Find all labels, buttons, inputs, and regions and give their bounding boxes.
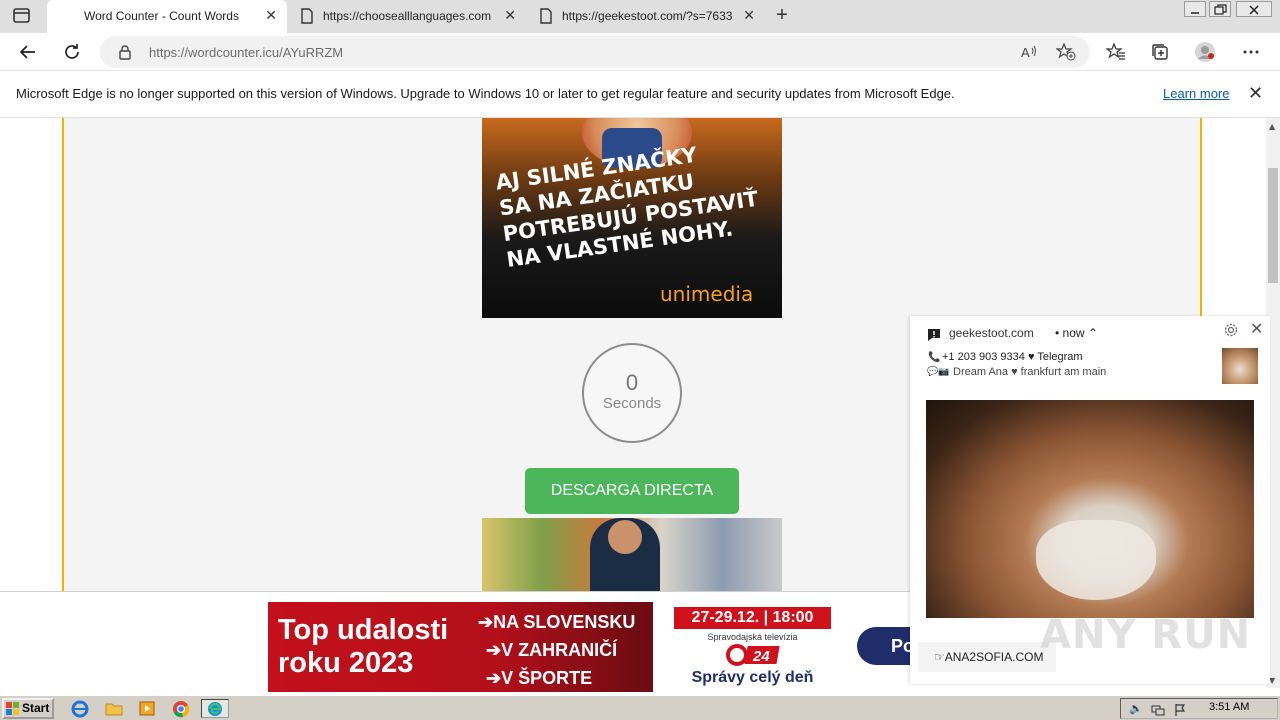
system-tray: 🔈	[1120, 698, 1278, 719]
download-button[interactable]: DESCARGA DIRECTA	[525, 468, 739, 514]
scroll-up-icon[interactable]: ▲	[1269, 122, 1275, 131]
tab-actions-icon[interactable]	[12, 7, 32, 25]
close-window-button[interactable]	[1236, 1, 1272, 17]
lock-icon[interactable]	[118, 44, 132, 64]
svg-text:A: A	[1021, 45, 1030, 60]
ad-slogan: AJ SILNÉ ZNAČKY SA NA ZAČIATKU POTREBUJÚ…	[494, 130, 782, 273]
url-text[interactable]: https://wordcounter.icu/AYuRRZM	[149, 45, 343, 60]
ad-image-detail	[608, 520, 642, 554]
close-icon[interactable]: ✕	[1250, 321, 1263, 337]
edge-icon[interactable]	[201, 699, 229, 718]
tab-geekestoot[interactable]: https://geekestoot.com/?s=7633 ✕	[527, 0, 767, 33]
ad-headline-line: Top udalosti	[278, 614, 449, 646]
learn-more-link[interactable]: Learn more	[1163, 86, 1229, 101]
flag-icon[interactable]	[1174, 702, 1186, 720]
volume-icon[interactable]: 🔈	[1129, 702, 1143, 715]
start-button[interactable]: Start	[2, 698, 54, 719]
ad-banner-grocery[interactable]	[482, 518, 782, 591]
page-icon	[539, 8, 553, 27]
ad-date: 27-29.12. | 18:00	[674, 607, 831, 629]
unsupported-os-infobar: Microsoft Edge is no longer supported on…	[0, 71, 1280, 118]
ad-point: ➔NA SLOVENSKU	[478, 612, 636, 632]
watermark: ANY RUN	[1040, 612, 1252, 658]
channel-logo-text: 24	[752, 648, 770, 665]
notification-footer[interactable]: ☞ANA2SOFIA.COM	[918, 642, 1056, 672]
ad-channel: Spravodajská televízia	[707, 632, 798, 642]
notification-image-detail	[1036, 520, 1156, 600]
timer-value: 0	[625, 370, 639, 395]
notification-line: Dream Ana ♥ frankfurt am main	[953, 366, 1107, 378]
tab-title: https://geekestoot.com/?s=7633	[562, 9, 733, 23]
tab-bar: Word Counter - Count Words ✕ https://cho…	[0, 0, 1280, 33]
ad-brand: unimedia	[660, 282, 754, 306]
tab-word-counter[interactable]: Word Counter - Count Words ✕	[47, 0, 287, 33]
back-button[interactable]	[17, 41, 39, 63]
tab-title: https://choosealllanguages.com/	[323, 9, 491, 23]
file-explorer-icon[interactable]	[104, 699, 124, 718]
collections-icon[interactable]	[1149, 41, 1171, 63]
navigation-bar: https://wordcounter.icu/AYuRRZM A	[0, 33, 1280, 71]
restore-button[interactable]	[1209, 1, 1231, 17]
tab-title: Word Counter - Count Words	[84, 9, 239, 23]
scroll-thumb[interactable]	[1268, 168, 1278, 283]
start-label: Start	[22, 701, 50, 715]
close-icon[interactable]: ✕	[1248, 85, 1263, 103]
internet-explorer-icon[interactable]	[70, 699, 90, 718]
taskbar: Start 🔈 3:51 AM	[0, 695, 1280, 720]
phone-icon: 📞	[928, 352, 941, 363]
tab-choosealllanguages[interactable]: https://choosealllanguages.com/ ✕	[288, 0, 528, 33]
add-favorite-icon[interactable]	[1055, 42, 1076, 65]
ad-cta[interactable]: Po	[857, 627, 917, 665]
minimize-button[interactable]	[1184, 1, 1206, 17]
chrome-icon[interactable]	[171, 699, 191, 718]
notification-icon	[927, 327, 941, 346]
screen: Word Counter - Count Words ✕ https://cho…	[0, 0, 1280, 720]
notification-time: • now ⌃	[1055, 326, 1098, 340]
notification-image[interactable]	[926, 400, 1254, 618]
url-host: https://wordcounter.icu	[149, 45, 280, 60]
read-aloud-icon[interactable]: A	[1020, 43, 1038, 65]
url-path: /AYuRRZM	[279, 45, 344, 60]
ad-tagline: Správy celý deň	[691, 669, 814, 686]
close-icon[interactable]: ✕	[504, 9, 516, 23]
infobar-message: Microsoft Edge is no longer supported on…	[16, 86, 955, 101]
channel-logo: 24	[726, 644, 782, 666]
gear-icon[interactable]	[1223, 322, 1239, 338]
media-player-icon[interactable]	[137, 699, 157, 718]
countdown-timer: 0 Seconds	[582, 343, 682, 443]
timer-unit: Seconds	[602, 395, 662, 412]
close-icon[interactable]: ✕	[743, 9, 755, 23]
profile-avatar[interactable]	[1194, 41, 1216, 63]
notification-line: +1 203 903 9334 ♥ Telegram	[942, 351, 1083, 363]
refresh-button[interactable]	[61, 41, 83, 63]
notification-thumbnail	[1222, 348, 1258, 384]
favorites-icon[interactable]	[1105, 41, 1127, 63]
page-icon	[300, 8, 314, 27]
notification-site: geekestoot.com	[949, 326, 1034, 340]
ad-left-panel: Top udalosti roku 2023 ➔NA SLOVENSKU ➔V …	[268, 602, 653, 692]
new-tab-button[interactable]: +	[772, 5, 792, 26]
ad-banner-unimedia[interactable]: AJ SILNÉ ZNAČKY SA NA ZAČIATKU POTREBUJÚ…	[482, 118, 782, 318]
ad-headline-line: roku 2023	[278, 647, 414, 679]
ad-headline: Top udalosti roku 2023	[278, 614, 468, 680]
windows-logo-icon	[6, 702, 20, 720]
close-icon[interactable]: ✕	[265, 9, 277, 23]
ad-points: ➔NA SLOVENSKU ➔V ZAHRANIČÍ ➔V ŠPORTE	[478, 608, 635, 692]
address-bar[interactable]: https://wordcounter.icu/AYuRRZM A	[100, 36, 1090, 68]
ad-point: ➔V ZAHRANIČÍ	[486, 640, 618, 660]
clock: 3:51 AM	[1209, 701, 1250, 713]
chat-camera-icon: 💬📷	[927, 367, 950, 377]
network-icon[interactable]	[1151, 702, 1165, 720]
more-menu-icon[interactable]	[1240, 41, 1262, 63]
ad-point: ➔V ŠPORTE	[486, 668, 593, 688]
